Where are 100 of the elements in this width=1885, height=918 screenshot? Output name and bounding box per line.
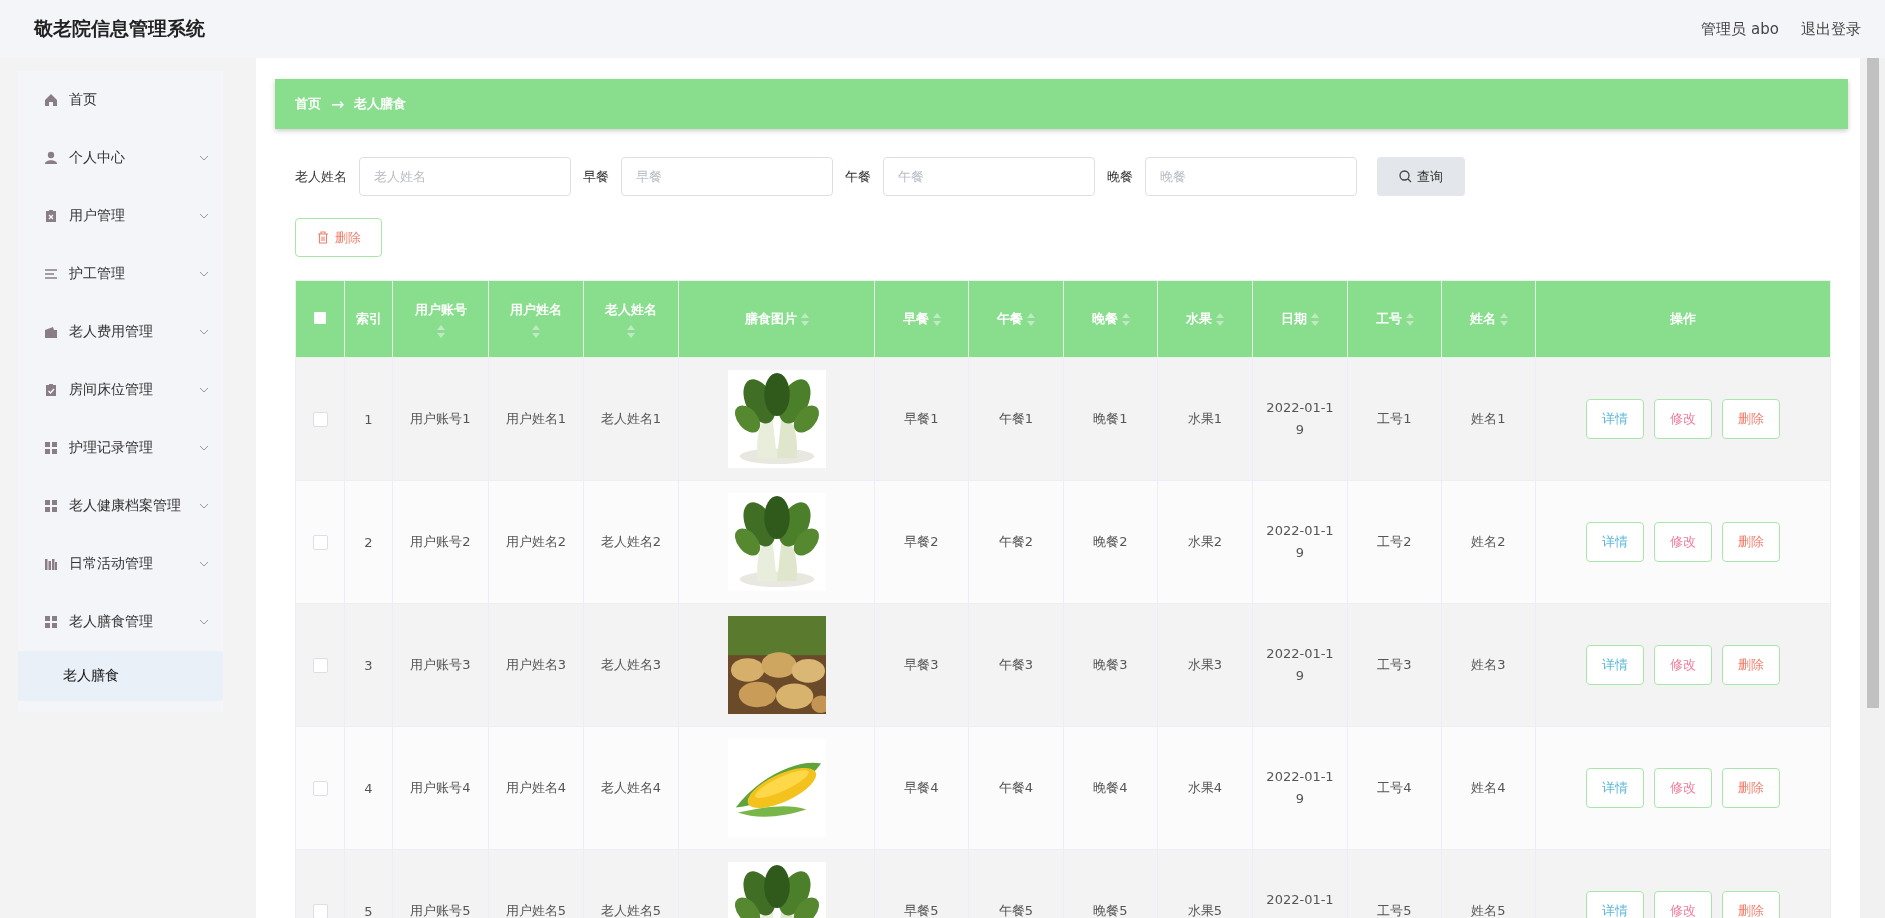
column-header: 用户姓名 — [510, 300, 562, 319]
edit-button[interactable]: 修改 — [1654, 522, 1712, 562]
table-cell-text: 2022-01-19 — [1265, 645, 1335, 685]
table-cell-text: 2022-01-19 — [1265, 768, 1335, 808]
edit-button[interactable]: 修改 — [1654, 768, 1712, 808]
table-header-cell[interactable]: 用户姓名 — [488, 280, 584, 358]
row-checkbox[interactable] — [312, 781, 328, 796]
table-header-cell[interactable]: 用户账号 — [392, 280, 489, 358]
table-cell: 用户姓名3 — [505, 657, 567, 672]
table-cell: 老人姓名2 — [600, 534, 662, 549]
table-header-cell[interactable]: 日期 — [1252, 280, 1348, 358]
table-cell: 水果2 — [1187, 534, 1223, 549]
logout-link[interactable]: 退出登录 — [1801, 19, 1861, 39]
details-button[interactable]: 详情 — [1586, 891, 1644, 918]
sort-icon[interactable] — [800, 312, 809, 326]
table-header-cell[interactable]: 午餐 — [968, 280, 1064, 358]
table-cell: 5 — [364, 903, 373, 918]
sort-icon[interactable] — [1311, 312, 1319, 326]
breadcrumb-link[interactable]: 首页 — [295, 95, 321, 113]
edit-button[interactable]: 修改 — [1654, 891, 1712, 918]
field-label: 早餐 — [583, 167, 609, 186]
table-cell: 晚餐5 — [1093, 903, 1128, 918]
table-cell: 2 — [364, 534, 373, 550]
delete-button[interactable]: 删除 — [1722, 399, 1780, 439]
edit-button[interactable]: 修改 — [1654, 645, 1712, 685]
sort-icon[interactable] — [627, 324, 635, 338]
input-field[interactable]: 老人姓名 — [359, 157, 571, 196]
input-field[interactable]: 午餐 — [883, 157, 1095, 196]
table-cell: 工号3 — [1377, 657, 1412, 672]
table-header-cell[interactable]: 水果 — [1157, 280, 1253, 358]
input-field[interactable]: 早餐 — [621, 157, 833, 196]
table-cell: 用户账号2 — [410, 534, 471, 549]
sort-icon[interactable] — [532, 324, 540, 338]
details-button[interactable]: 详情 — [1586, 645, 1644, 685]
sort-icon[interactable] — [1499, 312, 1508, 326]
sort-icon[interactable] — [436, 324, 445, 338]
sidebar-item[interactable]: 护工管理 — [18, 245, 223, 303]
sort-icon[interactable] — [1216, 312, 1224, 326]
sort-icon[interactable] — [1405, 312, 1414, 326]
sort-icon[interactable] — [1027, 312, 1035, 326]
grid-icon — [44, 441, 58, 455]
table-cell: 早餐3 — [904, 657, 939, 672]
delete-button[interactable]: 删除 — [1722, 891, 1780, 918]
sidebar-item[interactable]: 老人膳食管理 — [18, 593, 223, 651]
sidebar-item[interactable]: 个人中心 — [18, 129, 223, 187]
sidebar-item[interactable]: 护理记录管理 — [18, 419, 223, 477]
table-header-cell[interactable]: 膳食图片 — [678, 280, 875, 358]
table-cell: 老人姓名5 — [600, 903, 662, 918]
sidebar-item[interactable]: 房间床位管理 — [18, 361, 223, 419]
delete-button[interactable]: 删除 — [295, 218, 382, 257]
scrollbar[interactable] — [1860, 58, 1885, 918]
details-button[interactable]: 详情 — [1586, 768, 1644, 808]
sidebar-item[interactable]: 老人健康档案管理 — [18, 477, 223, 535]
chevron-down-icon — [199, 329, 209, 335]
sidebar-subitem[interactable]: 老人膳食 — [18, 651, 223, 701]
bar-chart-icon — [44, 557, 58, 571]
home-icon — [44, 93, 58, 107]
sort-icon[interactable] — [1121, 312, 1130, 326]
table-header-cell[interactable]: 老人姓名 — [583, 280, 679, 358]
table-cell: 用户账号3 — [410, 657, 471, 672]
table-cell: 用户姓名4 — [505, 780, 567, 795]
delete-button[interactable]: 删除 — [1722, 768, 1780, 808]
table-cell: 老人姓名4 — [600, 780, 662, 795]
breadcrumb-link[interactable]: 老人膳食 — [354, 95, 407, 113]
column-header: 日期 — [1281, 310, 1307, 328]
sidebar-item[interactable]: 首页 — [18, 71, 223, 129]
chevron-down-icon — [199, 155, 209, 161]
table-header-cell[interactable]: 早餐 — [874, 280, 969, 358]
column-header: 工号 — [1375, 310, 1402, 328]
table-cell: 用户账号5 — [410, 903, 471, 918]
clipboard-icon — [44, 209, 58, 223]
table-cell: 1 — [364, 411, 373, 427]
details-button[interactable]: 详情 — [1586, 399, 1644, 439]
row-checkbox[interactable] — [312, 904, 328, 918]
table-header-cell[interactable]: 姓名 — [1441, 280, 1536, 358]
select-all-checkbox[interactable] — [314, 311, 326, 324]
scrollbar-thumb[interactable] — [1866, 58, 1879, 708]
row-checkbox[interactable] — [312, 412, 328, 427]
row-checkbox[interactable] — [312, 658, 328, 673]
table-cell: 水果5 — [1187, 903, 1223, 918]
delete-button[interactable]: 删除 — [1722, 645, 1780, 685]
table-cell: 早餐2 — [904, 534, 939, 549]
table-header-cell[interactable]: 工号 — [1347, 280, 1442, 358]
search-button[interactable]: 查询 — [1377, 157, 1465, 196]
input-field[interactable]: 晚餐 — [1145, 157, 1357, 196]
chevron-down-icon — [199, 271, 209, 277]
sort-icon[interactable] — [932, 312, 941, 326]
edit-button[interactable]: 修改 — [1654, 399, 1712, 439]
table-cell-text: 2022-01-19 — [1265, 399, 1335, 439]
table-header-cell[interactable]: 晚餐 — [1063, 280, 1158, 358]
table-cell: 午餐2 — [998, 534, 1034, 549]
sidebar-item[interactable]: 日常活动管理 — [18, 535, 223, 593]
table-cell: 工号5 — [1377, 903, 1412, 918]
search-icon — [1399, 170, 1412, 183]
delete-button[interactable]: 删除 — [1722, 522, 1780, 562]
row-checkbox[interactable] — [312, 535, 328, 550]
details-button[interactable]: 详情 — [1586, 522, 1644, 562]
table-cell: 工号4 — [1377, 780, 1412, 795]
sidebar-item[interactable]: 老人费用管理 — [18, 303, 223, 361]
sidebar-item[interactable]: 用户管理 — [18, 187, 223, 245]
